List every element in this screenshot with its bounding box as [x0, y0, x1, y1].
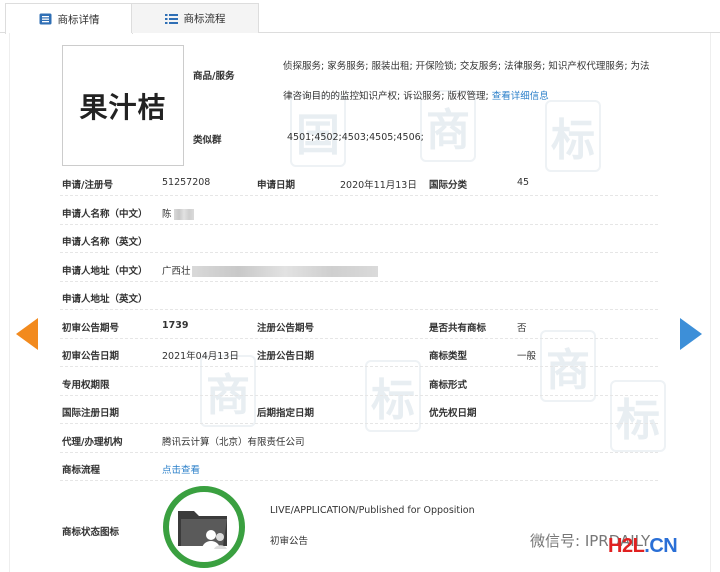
view-details-link[interactable]: 查看详细信息 — [492, 91, 549, 102]
prelim-issue-value: 1739 — [162, 320, 189, 331]
reg-no-label: 申请/注册号 — [62, 180, 113, 191]
reg-issue-label: 注册公告期号 — [257, 323, 315, 334]
reg-no-value: 51257208 — [162, 177, 211, 188]
mark-type-value: 一般 — [517, 351, 537, 362]
shared-mark-label: 是否共有商标 — [429, 323, 487, 334]
folder-users-icon — [178, 511, 227, 549]
row-divider — [60, 309, 658, 310]
prelim-issue-label: 初审公告期号 — [62, 323, 120, 334]
next-arrow-icon[interactable] — [680, 318, 702, 350]
row-divider — [60, 366, 658, 367]
row-divider — [60, 423, 658, 424]
exclusive-period-label: 专用权期限 — [62, 380, 110, 391]
applicant-name-en-label: 申请人名称（英文） — [62, 237, 148, 248]
similar-group-label: 类似群 — [193, 135, 222, 146]
view-flow-link[interactable]: 点击查看 — [162, 462, 200, 476]
tab-label: 商标详情 — [57, 13, 100, 26]
priority-date-label: 优先权日期 — [429, 408, 477, 419]
goods-value: 侦探服务; 家务服务; 服装出租; 开保险锁; 交友服务; 法律服务; 知识产权… — [283, 52, 653, 112]
tab-trademark-flow[interactable]: 商标流程 — [131, 3, 259, 33]
goods-label: 商品/服务 — [193, 71, 235, 82]
row-divider — [60, 224, 658, 225]
status-icon — [163, 486, 245, 568]
row-divider — [60, 252, 658, 253]
tab-trademark-detail[interactable]: 商标详情 — [5, 3, 133, 34]
row-divider — [60, 338, 658, 339]
row-divider — [60, 195, 658, 196]
row-divider — [60, 452, 658, 453]
redacted-block — [173, 209, 194, 220]
reg-date-label: 注册公告日期 — [257, 351, 315, 362]
applicant-address-cn-label: 申请人地址（中文） — [62, 266, 148, 277]
row-divider — [60, 281, 658, 282]
goods-text: 侦探服务; 家务服务; 服装出租; 开保险锁; 交友服务; 法律服务; 知识产权… — [283, 61, 650, 102]
shared-mark-value: 否 — [517, 323, 527, 334]
tab-bar: 商标详情 商标流程 — [0, 0, 720, 34]
app-date-value: 2020年11月13日 — [340, 180, 417, 191]
applicant-address-en-label: 申请人地址（英文） — [62, 294, 148, 305]
logo-h2l: H2L — [608, 535, 645, 557]
applicant-address-cn-value: 广西壮 — [162, 263, 378, 277]
trademark-image: 果汁桔 — [62, 45, 184, 166]
app-date-label: 申请日期 — [257, 180, 296, 191]
logo-cn: .CN — [644, 535, 678, 557]
applicant-name-cn-label: 申请人名称（中文） — [62, 209, 148, 220]
agent-label: 代理/办理机构 — [62, 437, 123, 448]
grid-list-icon — [164, 13, 178, 25]
tab-label: 商标流程 — [183, 13, 226, 25]
h2l-logo: H2L.CN — [608, 535, 678, 558]
previous-arrow-icon[interactable] — [16, 318, 38, 350]
later-designation-date-label: 后期指定日期 — [257, 408, 315, 419]
watermark: 标 — [610, 380, 666, 452]
similar-group-value: 4501;4502;4503;4505;4506; — [287, 132, 424, 143]
mark-form-label: 商标形式 — [429, 380, 468, 391]
intl-class-label: 国际分类 — [429, 180, 468, 191]
document-list-icon — [39, 13, 52, 25]
mark-flow-label: 商标流程 — [62, 465, 101, 476]
row-divider — [60, 480, 658, 481]
prelim-date-value: 2021年04月13日 — [162, 351, 239, 362]
intl-class-value: 45 — [517, 177, 530, 188]
trademark-text: 果汁桔 — [79, 90, 167, 124]
status-icon-label: 商标状态图标 — [62, 527, 120, 538]
applicant-name-cn-value: 陈 — [162, 206, 194, 220]
status-chinese: 初审公告 — [270, 536, 309, 547]
redacted-block — [191, 266, 378, 277]
row-divider — [60, 395, 658, 396]
agent-value: 腾讯云计算（北京）有限责任公司 — [162, 437, 305, 448]
intl-reg-date-label: 国际注册日期 — [62, 408, 120, 419]
watermark: 标 — [365, 360, 421, 432]
mark-type-label: 商标类型 — [429, 351, 468, 362]
status-english: LIVE/APPLICATION/Published for Oppositio… — [270, 505, 475, 516]
applicant-name-text: 陈 — [162, 209, 172, 220]
prelim-date-label: 初审公告日期 — [62, 351, 120, 362]
address-text: 广西壮 — [162, 266, 191, 277]
